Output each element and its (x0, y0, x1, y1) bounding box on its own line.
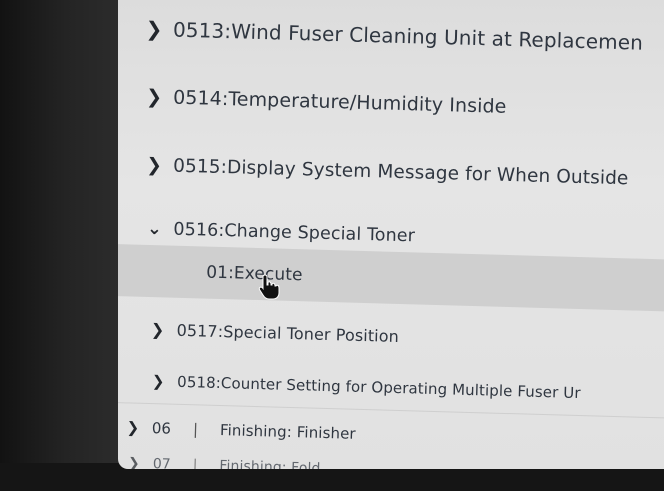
chevron-right-icon: ❯ (146, 154, 163, 176)
category-label: Finishing: Fold (219, 458, 321, 469)
chevron-right-icon: ❯ (145, 85, 163, 109)
category-number: 07 (152, 456, 171, 469)
menu-item-0515[interactable]: ❯ 0515:Display System Message for When O… (118, 135, 664, 211)
menu-item-label: 0517:Special Toner Position (176, 320, 400, 346)
chevron-right-icon: ❯ (150, 319, 165, 339)
photo-frame: ❯ 0513:Wind Fuser Cleaning Unit at Repla… (0, 0, 664, 491)
menu-item-0513[interactable]: ❯ 0513:Wind Fuser Cleaning Unit at Repla… (118, 0, 664, 75)
screen: ❯ 0513:Wind Fuser Cleaning Unit at Repla… (118, 0, 664, 469)
menu-item-label: 0516:Change Special Toner (173, 219, 416, 247)
chevron-down-icon: ⌄ (146, 218, 163, 240)
menu-item-label: 0514:Temperature/Humidity Inside (172, 86, 507, 118)
chevron-right-icon: ❯ (126, 418, 140, 437)
menu-subitem-label: 01:Execute (205, 262, 303, 286)
monitor-bezel-left (0, 0, 120, 491)
category-separator: | (192, 420, 199, 439)
category-label: Finishing: Finisher (219, 421, 356, 443)
chevron-right-icon: ❯ (145, 16, 163, 42)
menu-item-label: 0515:Display System Message for When Out… (172, 155, 629, 189)
category-number: 06 (151, 419, 172, 438)
menu-item-label: 0513:Wind Fuser Cleaning Unit at Replace… (172, 17, 644, 55)
category-separator: | (192, 457, 198, 469)
chevron-right-icon: ❯ (127, 455, 140, 469)
chevron-right-icon: ❯ (151, 372, 165, 391)
service-menu-list: ❯ 0513:Wind Fuser Cleaning Unit at Repla… (118, 0, 664, 469)
hand-pointer-icon (258, 274, 280, 300)
menu-item-label: 0518:Counter Setting for Operating Multi… (176, 372, 581, 403)
menu-item-0514[interactable]: ❯ 0514:Temperature/Humidity Inside (118, 67, 664, 143)
